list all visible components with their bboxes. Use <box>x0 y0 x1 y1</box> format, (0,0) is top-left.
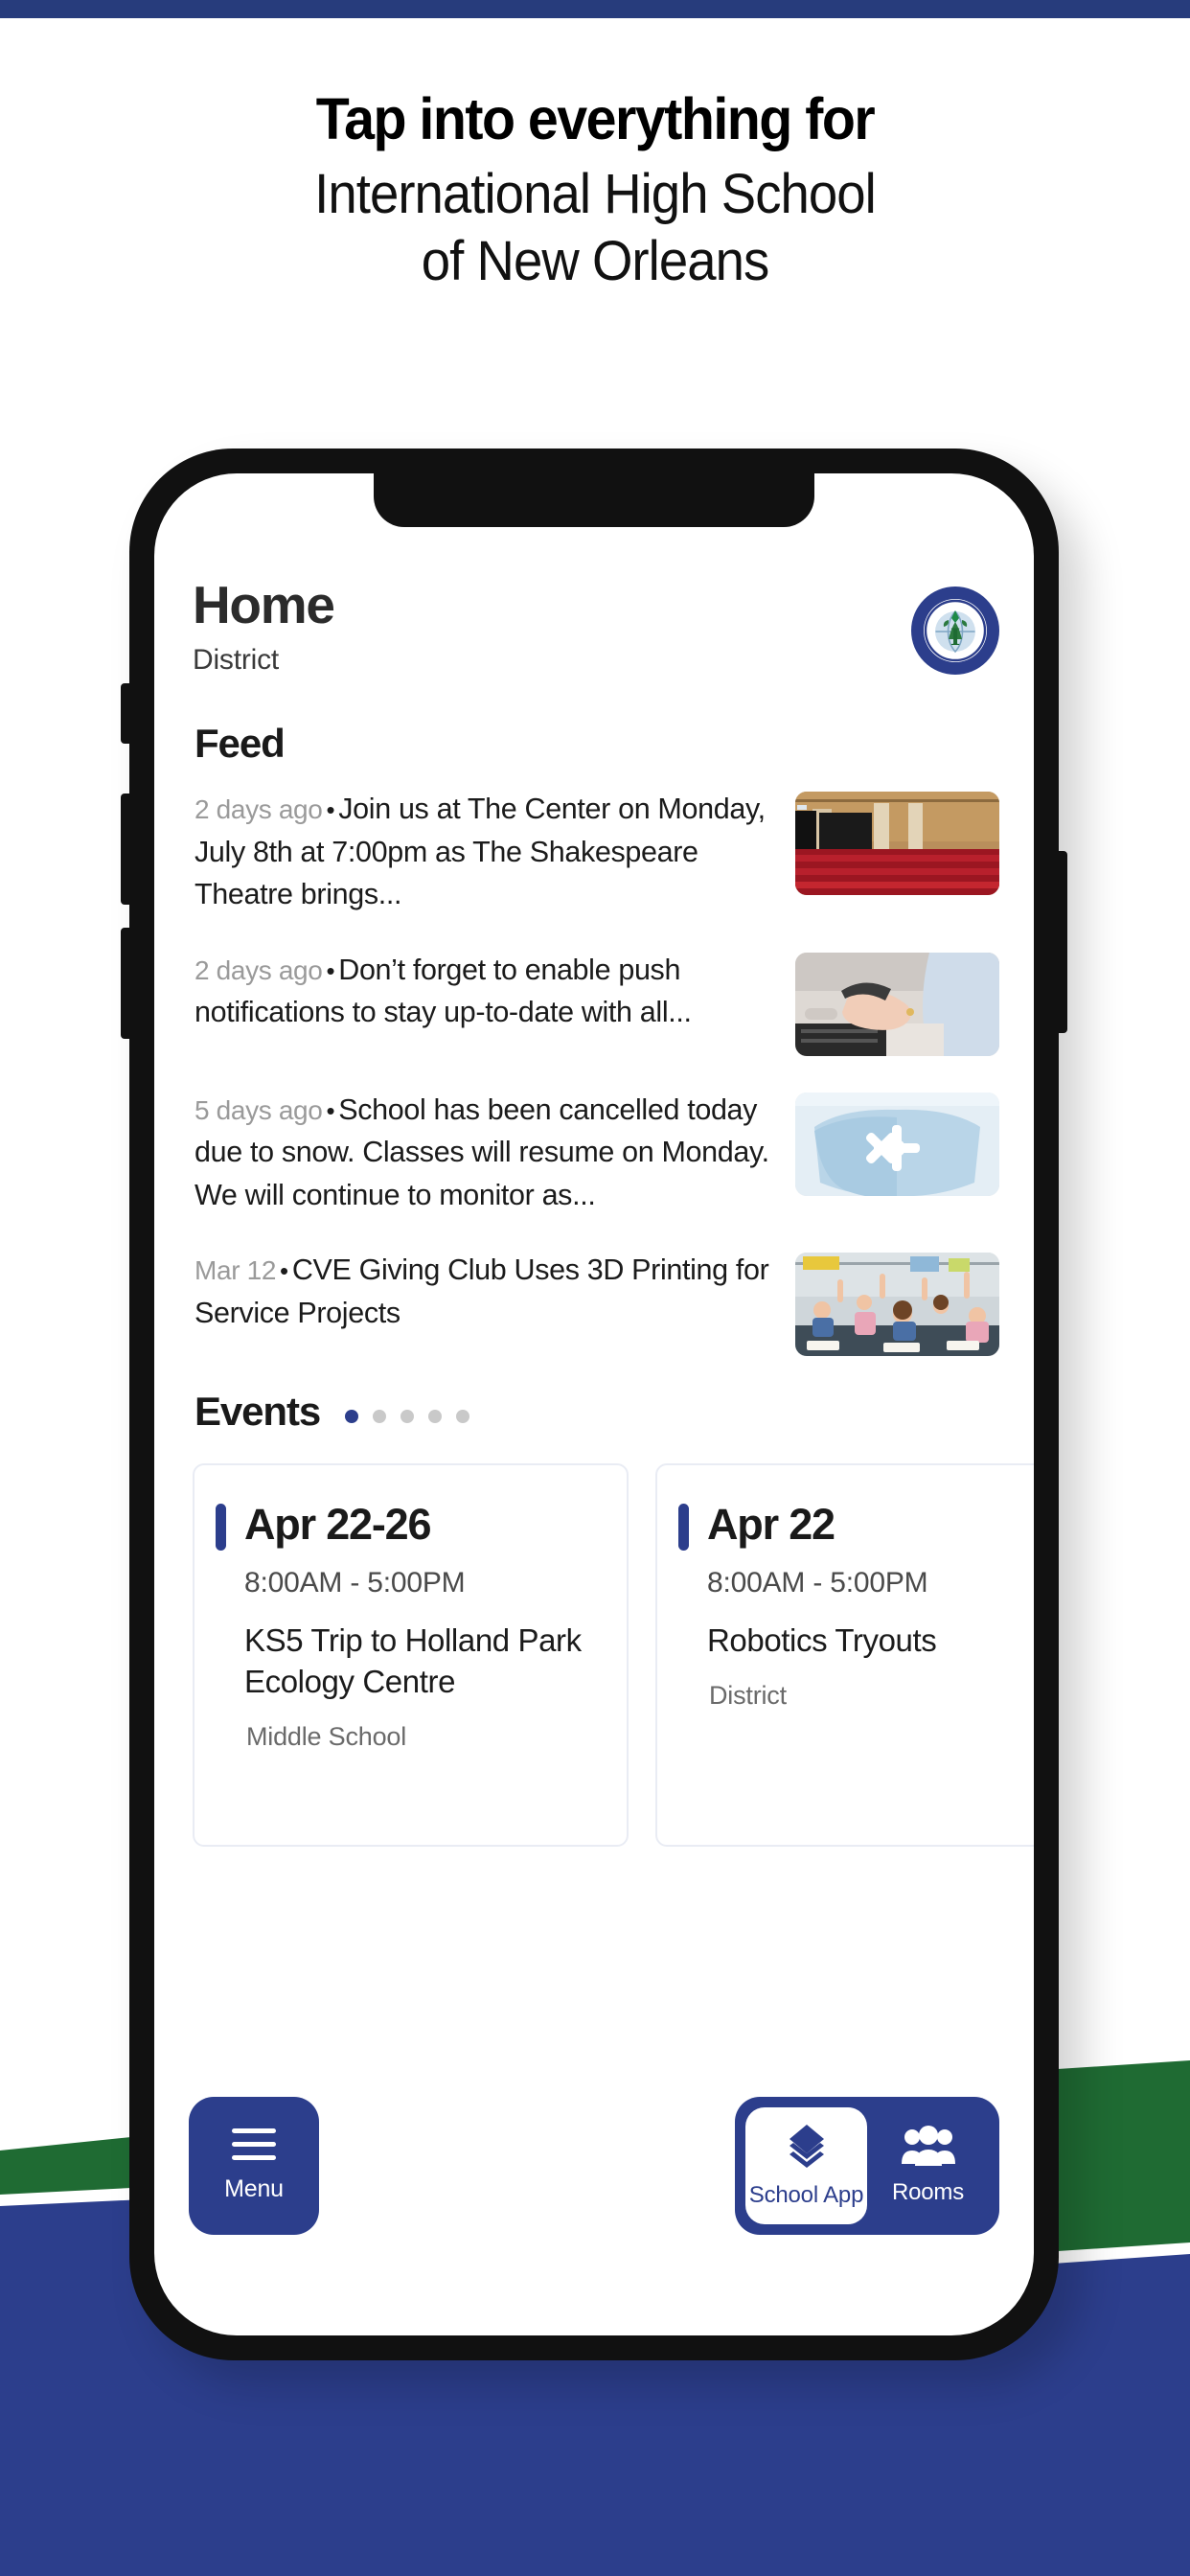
feed-item-separator: • <box>280 1256 288 1286</box>
event-card[interactable]: Apr 22 8:00AM - 5:00PM Robotics Tryouts … <box>655 1463 1034 1848</box>
page-title: Home <box>193 575 335 634</box>
menu-button[interactable]: Menu <box>189 2097 319 2235</box>
auditorium-red-seats-image[interactable] <box>795 792 999 895</box>
feed-item-time: 5 days ago <box>195 1094 323 1125</box>
nav-tile-school-app-label: School App <box>748 2182 864 2208</box>
phone-silent-switch[interactable] <box>121 683 129 744</box>
hands-phone-laptop-image[interactable] <box>795 952 999 1056</box>
feed-item-separator: • <box>326 955 335 985</box>
event-accent-bar <box>678 1504 689 1552</box>
pagination-dot-2[interactable] <box>373 1410 387 1424</box>
promo-headline-line3: of New Orleans <box>421 229 770 292</box>
events-carousel[interactable]: Apr 22-26 8:00AM - 5:00PM KS5 Trip to Ho… <box>189 1463 1034 1848</box>
thumb-art <box>795 792 999 895</box>
app-bottom-nav: Menu School App Rooms <box>189 2097 999 2235</box>
event-time: 8:00AM - 5:00PM <box>707 1567 928 1599</box>
feed-list: 2 days ago • Join us at The Center on Mond… <box>189 788 999 1357</box>
event-card[interactable]: Apr 22-26 8:00AM - 5:00PM KS5 Trip to Ho… <box>193 1463 629 1848</box>
event-accent-bar <box>216 1504 226 1552</box>
mittens-snowflake-image[interactable] <box>795 1092 999 1196</box>
feed-item-text: 2 days ago • Don’t forget to enable push n… <box>195 949 778 1034</box>
events-header: Events <box>189 1389 999 1435</box>
school-crest-glyph: I <box>924 599 987 662</box>
phone-mockup: Home District I Feed 2 days ago • Join u… <box>121 448 1067 2360</box>
phone-volume-up-button[interactable] <box>121 794 129 905</box>
layers-diamond-icon <box>789 2125 824 2168</box>
event-scope: Middle School <box>246 1721 406 1751</box>
phone-notch <box>374 473 814 527</box>
classroom-students-image[interactable] <box>795 1253 999 1357</box>
nav-tile-school-app[interactable]: School App <box>745 2107 867 2224</box>
feed-item-separator: • <box>326 1095 335 1125</box>
thumb-art <box>795 952 999 1056</box>
feed-item-separator: • <box>326 795 335 824</box>
hamburger-icon <box>232 2128 276 2160</box>
feed-item-time: Mar 12 <box>195 1255 277 1286</box>
event-name: Robotics Tryouts <box>707 1622 937 1659</box>
pagination-dot-5[interactable] <box>456 1410 470 1424</box>
thumb-art <box>795 1092 999 1196</box>
event-time: 8:00AM - 5:00PM <box>244 1567 466 1599</box>
promo-headline: Tap into everything for International Hi… <box>0 86 1190 295</box>
phone-volume-down-button[interactable] <box>121 928 129 1039</box>
event-date: Apr 22-26 <box>244 1500 431 1550</box>
feed-item[interactable]: 2 days ago • Don’t forget to enable push n… <box>189 949 999 1056</box>
svg-text:I: I <box>950 623 960 651</box>
events-pagination[interactable] <box>345 1410 470 1424</box>
people-group-icon <box>901 2126 955 2166</box>
pagination-dot-1[interactable] <box>345 1410 359 1424</box>
event-scope: District <box>709 1680 787 1710</box>
feed-item-text: Mar 12 • CVE Giving Club Uses 3D Printing … <box>195 1249 778 1334</box>
feed-heading: Feed <box>195 721 286 766</box>
feed-item-time: 2 days ago <box>195 794 323 824</box>
nav-tile-group: School App Rooms <box>735 2097 999 2235</box>
event-date: Apr 22 <box>707 1500 835 1550</box>
feed-item-time: 2 days ago <box>195 954 323 985</box>
promo-headline-line1: Tap into everything for <box>315 86 876 151</box>
event-name: KS5 Trip to Holland Park Ecology Centre <box>244 1622 582 1699</box>
app-viewport: Home District I Feed 2 days ago • Join u… <box>154 473 1034 2335</box>
phone-power-button[interactable] <box>1059 851 1067 1033</box>
app-title-block: Home District <box>189 575 335 677</box>
top-accent-bar <box>0 0 1190 18</box>
feed-item[interactable]: 5 days ago • School has been cancelled tod… <box>189 1089 999 1217</box>
page-subtitle: District <box>193 644 280 676</box>
nav-tile-rooms-label: Rooms <box>891 2179 965 2205</box>
feed-item[interactable]: Mar 12 • CVE Giving Club Uses 3D Printing … <box>189 1249 999 1357</box>
nav-tile-rooms[interactable]: Rooms <box>867 2107 989 2224</box>
promo-headline-line2: International High School <box>314 163 877 226</box>
menu-button-label: Menu <box>224 2175 284 2202</box>
feed-item-text: 2 days ago • Join us at The Center on Mond… <box>195 788 778 916</box>
thumb-art <box>795 1253 999 1357</box>
events-heading: Events <box>195 1389 321 1435</box>
pagination-dot-3[interactable] <box>400 1410 415 1424</box>
feed-item[interactable]: 2 days ago • Join us at The Center on Mond… <box>189 788 999 916</box>
school-crest-icon[interactable]: I <box>911 586 999 675</box>
feed-item-text: 5 days ago • School has been cancelled tod… <box>195 1089 778 1217</box>
phone-screen: Home District I Feed 2 days ago • Join u… <box>154 473 1034 2335</box>
pagination-dot-4[interactable] <box>428 1410 443 1424</box>
